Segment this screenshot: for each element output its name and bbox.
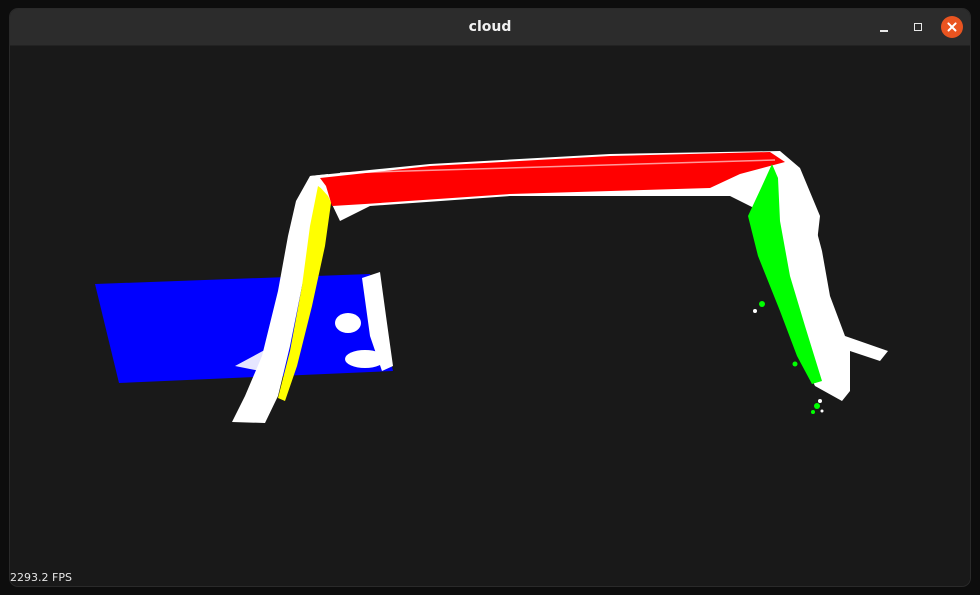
- window-title: cloud: [468, 19, 512, 35]
- point-cloud-viewport[interactable]: 2293.2 FPS: [10, 46, 970, 586]
- fps-counter: 2293.2 FPS: [10, 571, 72, 584]
- minimize-button[interactable]: [873, 16, 895, 38]
- point-cloud-canvas: [95, 151, 888, 423]
- maximize-button[interactable]: [907, 16, 929, 38]
- app-window: cloud 2293.2 FPS: [10, 9, 970, 586]
- title-bar[interactable]: cloud: [10, 9, 970, 46]
- top-bar-segment: [320, 152, 785, 206]
- close-button[interactable]: [941, 16, 963, 38]
